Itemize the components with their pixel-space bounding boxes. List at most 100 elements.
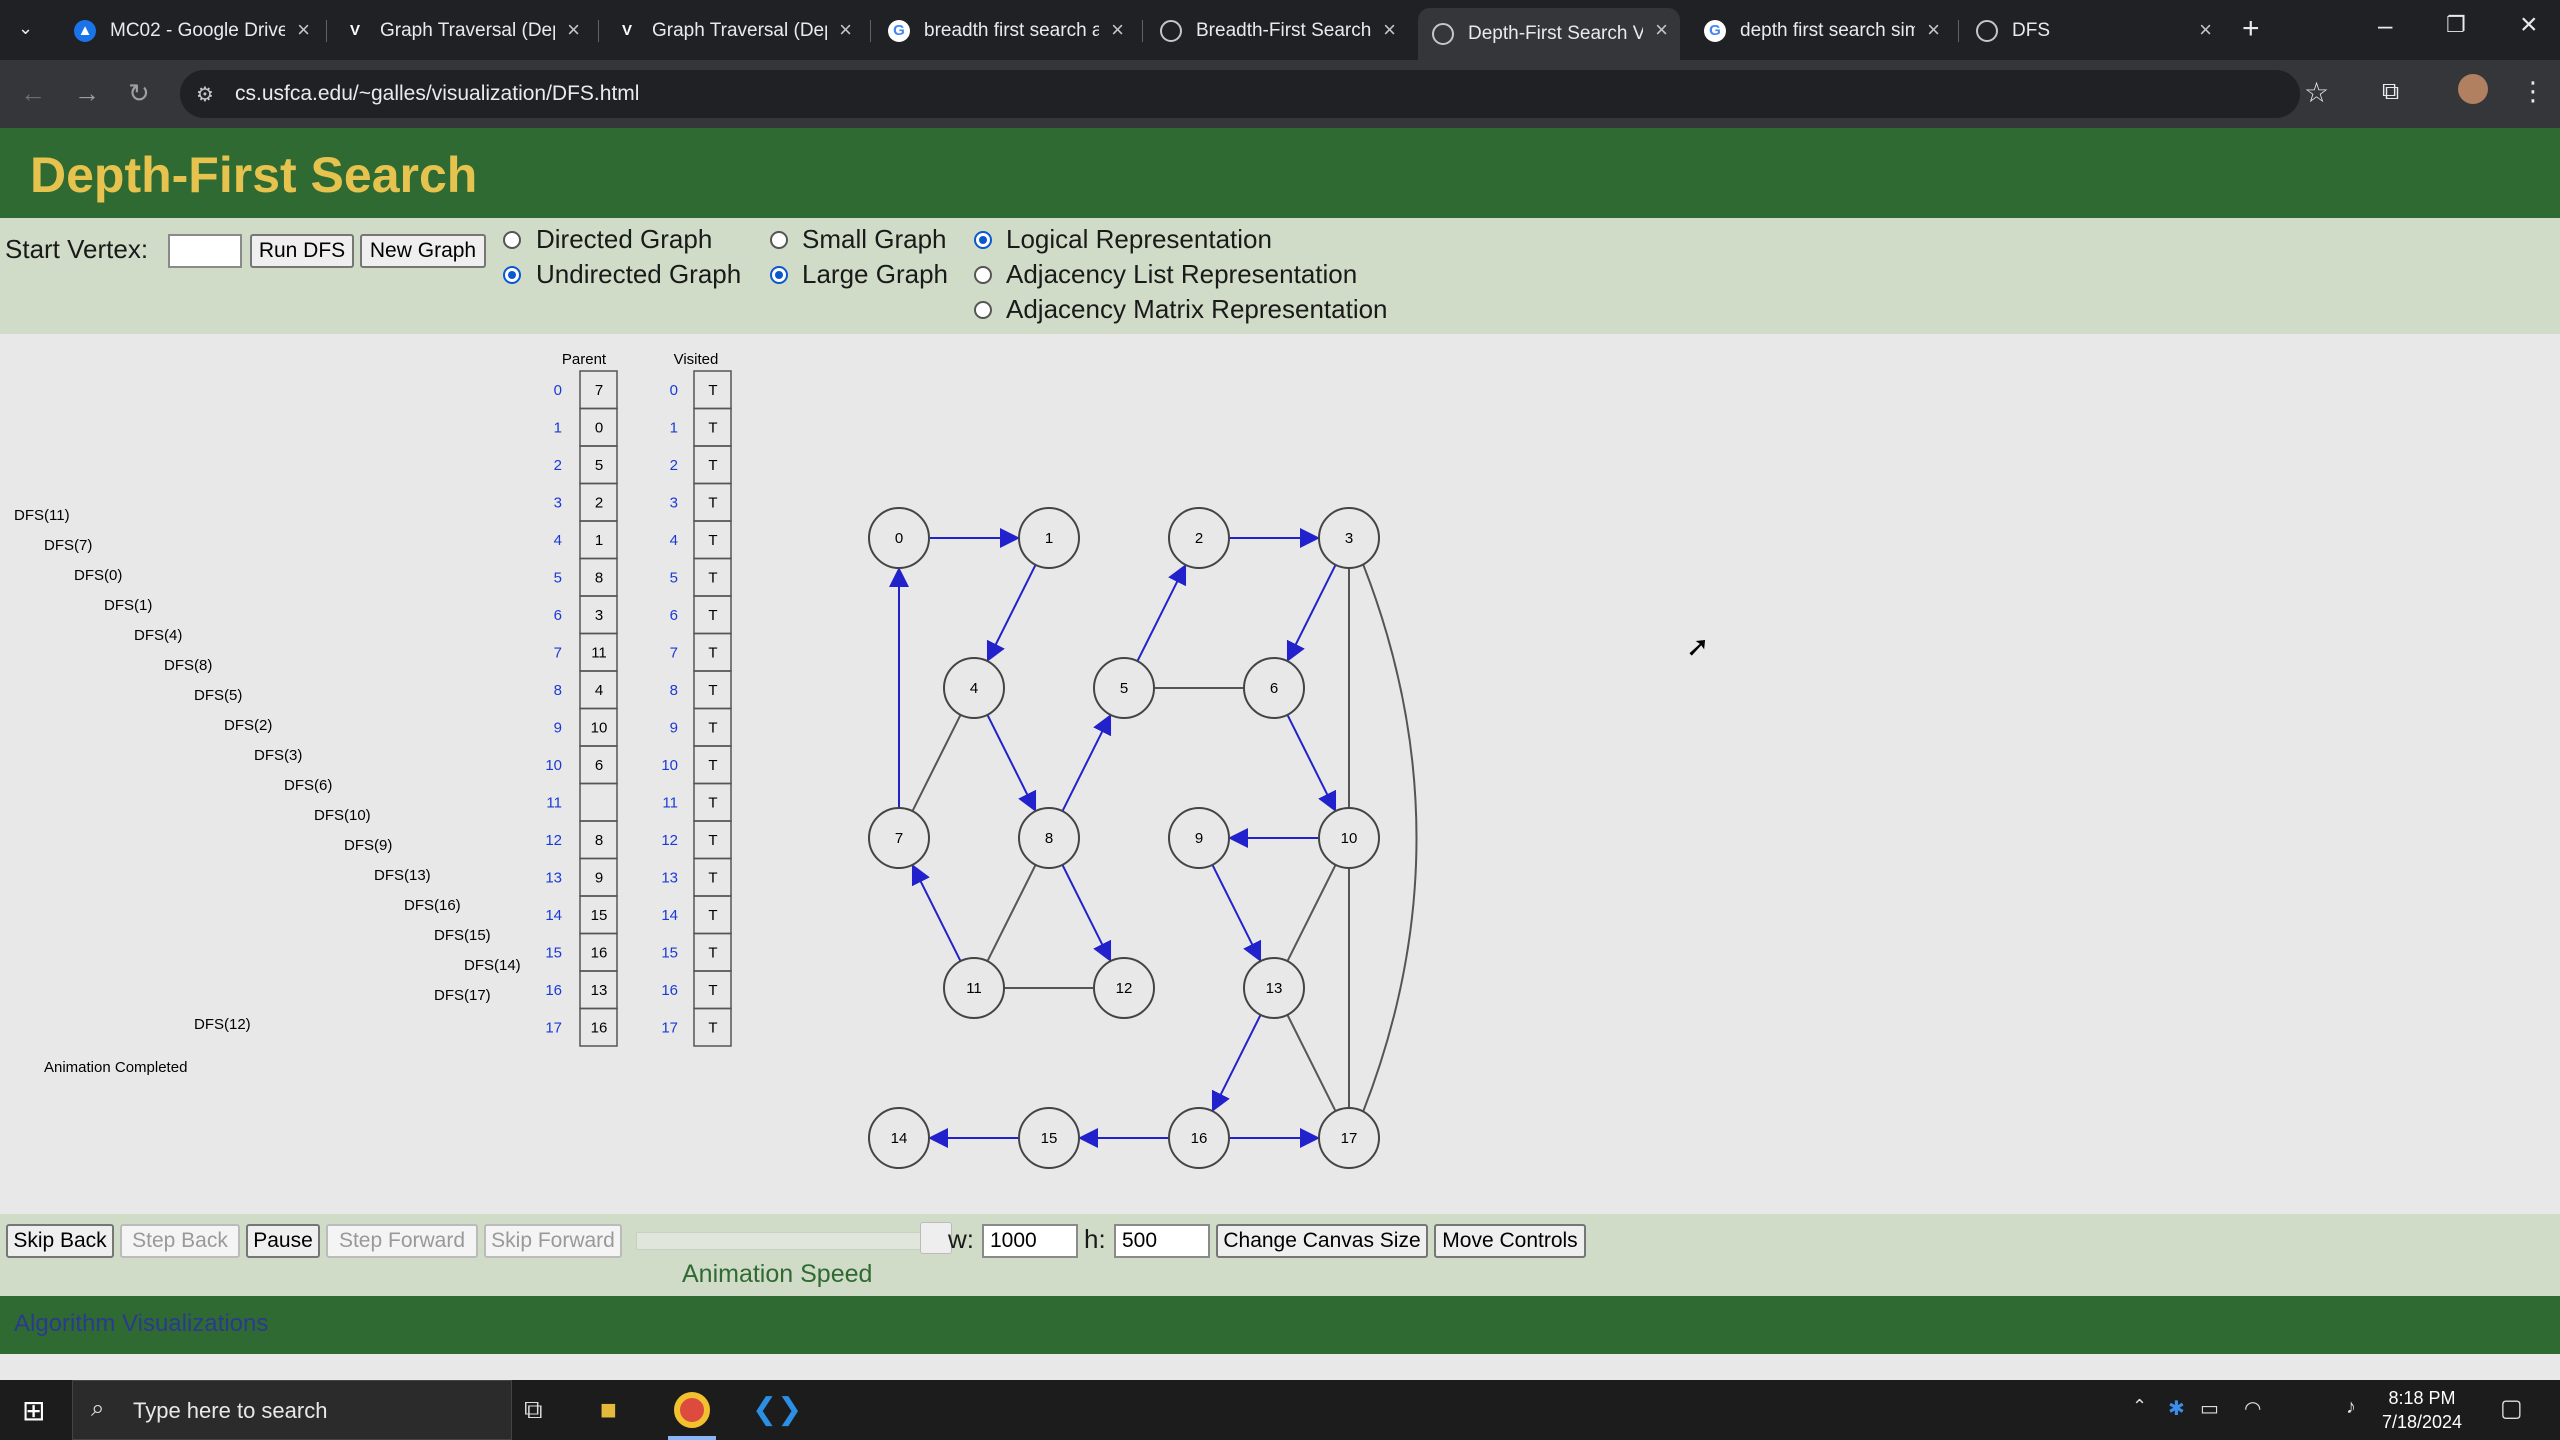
tab-2[interactable]: V Graph Traversal (Depth × — [602, 8, 864, 53]
close-icon[interactable]: × — [1111, 17, 1124, 43]
graph-site-icon: V — [621, 22, 632, 39]
close-icon[interactable]: × — [297, 17, 310, 43]
graph-node-label: 0 — [895, 530, 903, 547]
battery-icon[interactable]: ▭ — [2200, 1396, 2219, 1421]
start-vertex-input[interactable] — [168, 234, 242, 268]
tab-7[interactable]: DFS × — [1962, 8, 2224, 53]
visited-value: T — [708, 907, 717, 924]
task-view-icon[interactable]: ⧉ — [524, 1394, 543, 1426]
pause-button[interactable]: Pause — [246, 1224, 320, 1258]
large-graph-radio[interactable] — [770, 266, 788, 284]
logical-representation-radio[interactable] — [974, 231, 992, 249]
wifi-icon[interactable]: ◠ — [2244, 1396, 2261, 1421]
tab-6[interactable]: G depth first search sim × — [1690, 8, 1952, 53]
file-explorer-icon[interactable]: ■ — [600, 1394, 617, 1426]
bluetooth-icon[interactable]: ✱ — [2168, 1396, 2185, 1421]
parent-index-label: 2 — [554, 457, 562, 474]
volume-icon[interactable]: ♪ — [2346, 1396, 2356, 1419]
close-icon[interactable]: × — [1927, 17, 1940, 43]
graph-node-label: 4 — [970, 680, 978, 697]
change-canvas-size-button[interactable]: Change Canvas Size — [1216, 1224, 1428, 1258]
restore-icon[interactable]: ❐ — [2446, 12, 2466, 38]
clock-time[interactable]: 8:18 PM — [2372, 1388, 2472, 1409]
visited-index-label: 5 — [670, 570, 678, 587]
taskbar-search[interactable]: ⌕ Type here to search — [72, 1380, 512, 1440]
undirected-graph-radio[interactable] — [503, 266, 521, 284]
windows-start-icon[interactable]: ⊞ — [22, 1394, 45, 1427]
menu-kebab-icon[interactable]: ⋮ — [2520, 76, 2546, 107]
small-graph-radio[interactable] — [770, 231, 788, 249]
close-icon[interactable]: × — [2199, 17, 2212, 43]
clock-date[interactable]: 7/18/2024 — [2372, 1412, 2472, 1433]
window-close-icon[interactable]: × — [2520, 8, 2538, 42]
canvas-width-input[interactable]: 1000 — [982, 1224, 1078, 1258]
visited-index-label: 12 — [661, 832, 678, 849]
tab-title: Graph Traversal (Depth — [652, 19, 827, 41]
tab-1[interactable]: V Graph Traversal (Depth × — [330, 8, 592, 53]
back-icon[interactable]: ← — [20, 78, 46, 109]
visualization-canvas[interactable]: DFS(11) DFS(7) DFS(0) DFS(1) DFS(4) DFS(8) DFS… — [0, 334, 2560, 1214]
close-icon[interactable]: × — [839, 17, 852, 43]
tab-4[interactable]: Breadth-First Search × — [1146, 8, 1408, 53]
animation-speed-label: Animation Speed — [682, 1260, 873, 1288]
chrome-icon[interactable] — [674, 1392, 710, 1428]
visited-index-label: 7 — [670, 645, 678, 662]
visited-value: T — [708, 870, 717, 887]
step-forward-button[interactable]: Step Forward — [326, 1224, 478, 1258]
reload-icon[interactable]: ↻ — [128, 78, 150, 109]
visited-value: T — [708, 645, 717, 662]
speed-slider-track[interactable] — [636, 1232, 936, 1250]
profile-avatar[interactable] — [2458, 74, 2488, 104]
canvas-height-input[interactable]: 500 — [1114, 1224, 1210, 1258]
tab-0[interactable]: ▲ MC02 - Google Drive × — [60, 8, 322, 53]
vscode-icon[interactable]: ❮❯ — [752, 1392, 802, 1427]
new-tab-icon[interactable]: + — [2242, 12, 2260, 46]
parent-index-label: 11 — [546, 795, 562, 812]
tray-chevron-icon[interactable]: ⌃ — [2132, 1396, 2147, 1417]
google-icon: G — [1704, 19, 1726, 42]
logical-representation-label: Logical Representation — [1006, 224, 1272, 254]
parent-index-label: 3 — [554, 495, 562, 512]
url-text[interactable]: cs.usfca.edu/~galles/visualization/DFS.h… — [235, 82, 639, 106]
visited-index-label: 4 — [670, 532, 678, 549]
new-graph-button[interactable]: New Graph — [360, 234, 486, 268]
run-dfs-button[interactable]: Run DFS — [250, 234, 354, 268]
close-icon[interactable]: × — [1655, 17, 1668, 43]
notification-icon[interactable]: ▢ — [2500, 1394, 2523, 1423]
graph-node-label: 5 — [1120, 680, 1128, 697]
tab-3[interactable]: G breadth first search a × — [874, 8, 1136, 53]
parent-index-label: 15 — [545, 945, 562, 962]
minimize-icon[interactable]: – — [2378, 10, 2392, 41]
close-icon[interactable]: × — [567, 17, 580, 43]
parent-index-label: 12 — [545, 832, 562, 849]
dfs-tree-edge — [1211, 1014, 1262, 1113]
visited-index-label: 6 — [670, 607, 678, 624]
move-controls-button[interactable]: Move Controls — [1434, 1224, 1586, 1258]
algorithm-visualizations-link[interactable]: Algorithm Visualizations — [14, 1310, 268, 1338]
tab-5-active[interactable]: Depth-First Search V × — [1418, 8, 1680, 60]
graph-node-label: 7 — [895, 830, 903, 847]
width-label: w: — [948, 1224, 974, 1254]
tab-search-icon[interactable]: ⌄ — [18, 18, 33, 39]
site-info-icon[interactable]: ⚙ — [196, 82, 214, 107]
forward-icon[interactable]: → — [74, 78, 100, 109]
visited-value: T — [708, 382, 717, 399]
step-back-button[interactable]: Step Back — [120, 1224, 240, 1258]
parent-value: 4 — [595, 682, 603, 699]
page-content: Depth-First Search Start Vertex: Run DFS… — [0, 128, 2560, 1380]
close-icon[interactable]: × — [1383, 17, 1396, 43]
directed-graph-radio[interactable] — [503, 231, 521, 249]
page-title: Depth-First Search — [30, 147, 478, 203]
extensions-icon[interactable]: ⧉ — [2382, 78, 2399, 106]
parent-value: 13 — [591, 982, 608, 999]
visited-index-label: 14 — [661, 907, 678, 924]
skip-forward-button[interactable]: Skip Forward — [484, 1224, 622, 1258]
adjacency-list-label: Adjacency List Representation — [1006, 259, 1358, 289]
browser-tab-strip: ⌄ ▲ MC02 - Google Drive × V Graph Traver… — [0, 0, 2560, 60]
visited-value: T — [708, 795, 717, 812]
skip-back-button[interactable]: Skip Back — [6, 1224, 114, 1258]
parent-header: Parent — [562, 351, 607, 368]
bookmark-star-icon[interactable]: ☆ — [2304, 76, 2329, 109]
adjacency-list-radio[interactable] — [974, 266, 992, 284]
adjacency-matrix-radio[interactable] — [974, 301, 992, 319]
